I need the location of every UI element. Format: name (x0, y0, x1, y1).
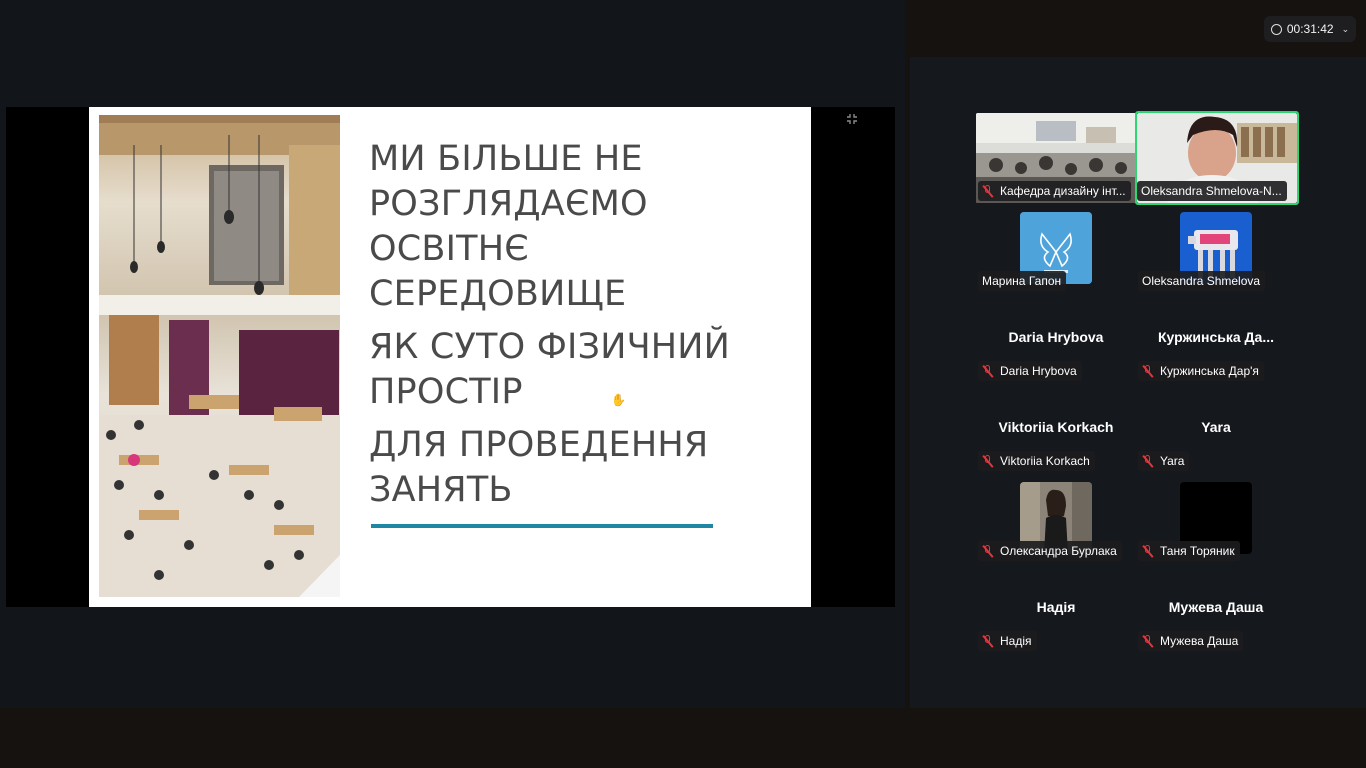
mic-muted-icon (982, 184, 994, 198)
mic-muted-icon (1142, 364, 1154, 378)
participant-name: Мужева Даша (1160, 634, 1239, 648)
meeting-timer[interactable]: 00:31:42 ⌄ (1264, 16, 1356, 42)
mic-muted-icon (982, 634, 994, 648)
participant-name: Надія (1000, 634, 1032, 648)
mic-muted-icon (1142, 454, 1154, 468)
participant-name: Oleksandra Shmelova (1142, 274, 1261, 288)
participant-name-tag: Куржинська Дар'я (1138, 361, 1264, 381)
participant-name-tag: Марина Гапон (978, 271, 1067, 291)
participant-name: Viktoriia Korkach (1000, 454, 1090, 468)
participant-name-tag: Кафедра дизайну інт... (978, 181, 1131, 201)
participant-tile[interactable]: Надія Надія (976, 599, 1136, 689)
participant-name: Yara (1160, 454, 1185, 468)
slide-line: МИ БІЛЬШЕ НЕ (369, 139, 643, 179)
participant-tile[interactable]: Куржинська Да... Куржинська Дар'я (1136, 329, 1296, 419)
slide-line: ОСВІТНЄ (369, 229, 529, 269)
participant-name: Кафедра дизайну інт... (1000, 184, 1126, 198)
slide-text-group-3: ДЛЯ ПРОВЕДЕННЯ ЗАНЯТЬ (369, 423, 789, 513)
participant-name-tag: Oleksandra Shmelova-N... (1137, 181, 1287, 201)
slide-interior-photo (99, 115, 340, 597)
participant-display-name: Куржинська Да... (1157, 329, 1274, 345)
mic-muted-icon (982, 544, 994, 558)
participant-name-tag: Oleksandra Shmelova (1138, 271, 1266, 291)
participant-display-name: Надія (1036, 599, 1076, 615)
participant-name: Oleksandra Shmelova-N... (1141, 184, 1282, 198)
slide-line: РОЗГЛЯДАЄМО (369, 184, 648, 224)
participant-tile[interactable]: Олександра Бурлака (976, 482, 1136, 572)
participant-name: Куржинська Дар'я (1160, 364, 1259, 378)
slide-line: ЗАНЯТЬ (369, 470, 513, 510)
participant-tile-active-speaker[interactable]: Oleksandra Shmelova-N... (1135, 111, 1299, 205)
participant-name-tag: Viktoriia Korkach (978, 451, 1095, 471)
collapse-icon[interactable] (846, 113, 858, 125)
elapsed-time: 00:31:42 (1286, 22, 1334, 36)
slide-text-group-1: МИ БІЛЬШЕ НЕ РОЗГЛЯДАЄМО ОСВІТНЄ СЕРЕДОВ… (369, 137, 789, 317)
participant-name-tag: Daria Hrybova (978, 361, 1082, 381)
chevron-down-icon: ⌄ (1341, 23, 1350, 34)
participant-display-name: Daria Hrybova (1008, 329, 1104, 345)
participant-tile[interactable]: Oleksandra Shmelova (1136, 212, 1296, 302)
participant-name-tag: Надія (978, 631, 1037, 651)
mic-muted-icon (982, 364, 994, 378)
participant-name: Олександра Бурлака (1000, 544, 1117, 558)
mic-muted-icon (982, 454, 994, 468)
participant-tile[interactable]: Мужева Даша Мужева Даша (1136, 599, 1296, 689)
slide-line: ЯК СУТО ФІЗИЧНИЙ (369, 327, 731, 367)
slide-line: ДЛЯ ПРОВЕДЕННЯ (369, 425, 709, 465)
participant-name-tag: Yara (1138, 451, 1190, 471)
slide-accent-line (371, 524, 713, 528)
participant-tile[interactable]: Daria Hrybova Daria Hrybova (976, 329, 1136, 419)
participant-name: Daria Hrybova (1000, 364, 1077, 378)
participant-tile[interactable]: Таня Торяник (1136, 482, 1296, 572)
slide-line: ПРОСТІР (369, 372, 523, 412)
mic-muted-icon (1142, 544, 1154, 558)
mic-muted-icon (1142, 634, 1154, 648)
participant-name-tag: Мужева Даша (1138, 631, 1244, 651)
shared-slide: МИ БІЛЬШЕ НЕ РОЗГЛЯДАЄМО ОСВІТНЄ СЕРЕДОВ… (89, 107, 811, 607)
participant-name-tag: Олександра Бурлака (978, 541, 1122, 561)
participant-display-name: Yara (1201, 419, 1231, 435)
participant-tile[interactable]: Кафедра дизайну інт... (976, 113, 1136, 203)
participant-name: Марина Гапон (982, 274, 1062, 288)
clock-icon (1270, 23, 1282, 35)
slide-heading: МИ БІЛЬШЕ НЕ РОЗГЛЯДАЄМО ОСВІТНЄ СЕРЕДОВ… (369, 137, 789, 521)
slide-text-group-2: ЯК СУТО ФІЗИЧНИЙ ПРОСТІР (369, 325, 789, 415)
participant-display-name: Viktoriia Korkach (998, 419, 1114, 435)
participant-name-tag: Таня Торяник (1138, 541, 1240, 561)
participant-name: Таня Торяник (1160, 544, 1235, 558)
hand-cursor-icon: ✋ (611, 393, 626, 407)
participant-tile[interactable]: Марина Гапон (976, 212, 1136, 302)
slide-line: СЕРЕДОВИЩЕ (369, 274, 627, 314)
participant-display-name: Мужева Даша (1168, 599, 1264, 615)
